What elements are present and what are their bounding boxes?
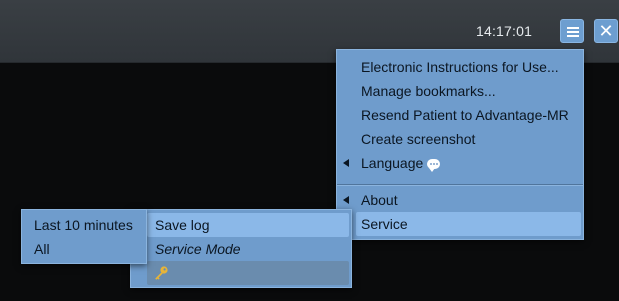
menu-item-label: Resend Patient to Advantage-MR	[361, 107, 569, 123]
menu-item-label: Service	[361, 216, 408, 232]
service-submenu: Save log Service Mode	[130, 209, 352, 288]
menu-item-language[interactable]: Language	[337, 151, 583, 175]
menu-item-create-screenshot[interactable]: Create screenshot	[337, 127, 583, 151]
menu-item-last-10-minutes[interactable]: Last 10 minutes	[22, 213, 146, 237]
menu-item-label: Manage bookmarks...	[361, 83, 496, 99]
menu-item-resend-patient[interactable]: Resend Patient to Advantage-MR	[337, 103, 583, 127]
close-button[interactable]: ✕	[594, 19, 618, 43]
close-icon: ✕	[598, 21, 614, 41]
main-menu-button[interactable]	[560, 19, 584, 43]
main-dropdown-menu: Electronic Instructions for Use... Manag…	[336, 49, 584, 240]
speech-bubble-icon	[427, 159, 441, 172]
app-window: 14:17:01 ✕ Electronic Instructions for U…	[0, 0, 619, 301]
menu-item-about[interactable]: About	[337, 188, 583, 212]
menu-item-key[interactable]	[147, 261, 349, 285]
menu-item-label: Last 10 minutes	[34, 217, 133, 233]
menu-item-label: Service Mode	[155, 241, 241, 257]
menu-item-label: Save log	[155, 217, 210, 233]
save-log-submenu: Last 10 minutes All	[21, 209, 147, 264]
menu-item-all[interactable]: All	[22, 237, 146, 261]
menu-item-label: All	[34, 241, 50, 257]
hamburger-icon	[567, 26, 579, 38]
menu-item-label: Language	[361, 151, 441, 175]
menu-item-label: Create screenshot	[361, 131, 476, 147]
submenu-arrow-icon	[343, 196, 349, 204]
menu-item-manage-bookmarks[interactable]: Manage bookmarks...	[337, 79, 583, 103]
submenu-arrow-icon	[343, 159, 349, 167]
menu-item-label: About	[361, 192, 398, 208]
menu-item-label: Electronic Instructions for Use...	[361, 59, 559, 75]
clock-time: 14:17:01	[476, 23, 533, 39]
key-icon	[155, 266, 168, 280]
menu-item-save-log[interactable]: Save log	[147, 213, 349, 237]
menu-item-electronic-ifu[interactable]: Electronic Instructions for Use...	[337, 55, 583, 79]
menu-item-service[interactable]: Service	[356, 212, 581, 236]
menu-item-service-mode[interactable]: Service Mode	[131, 237, 351, 261]
